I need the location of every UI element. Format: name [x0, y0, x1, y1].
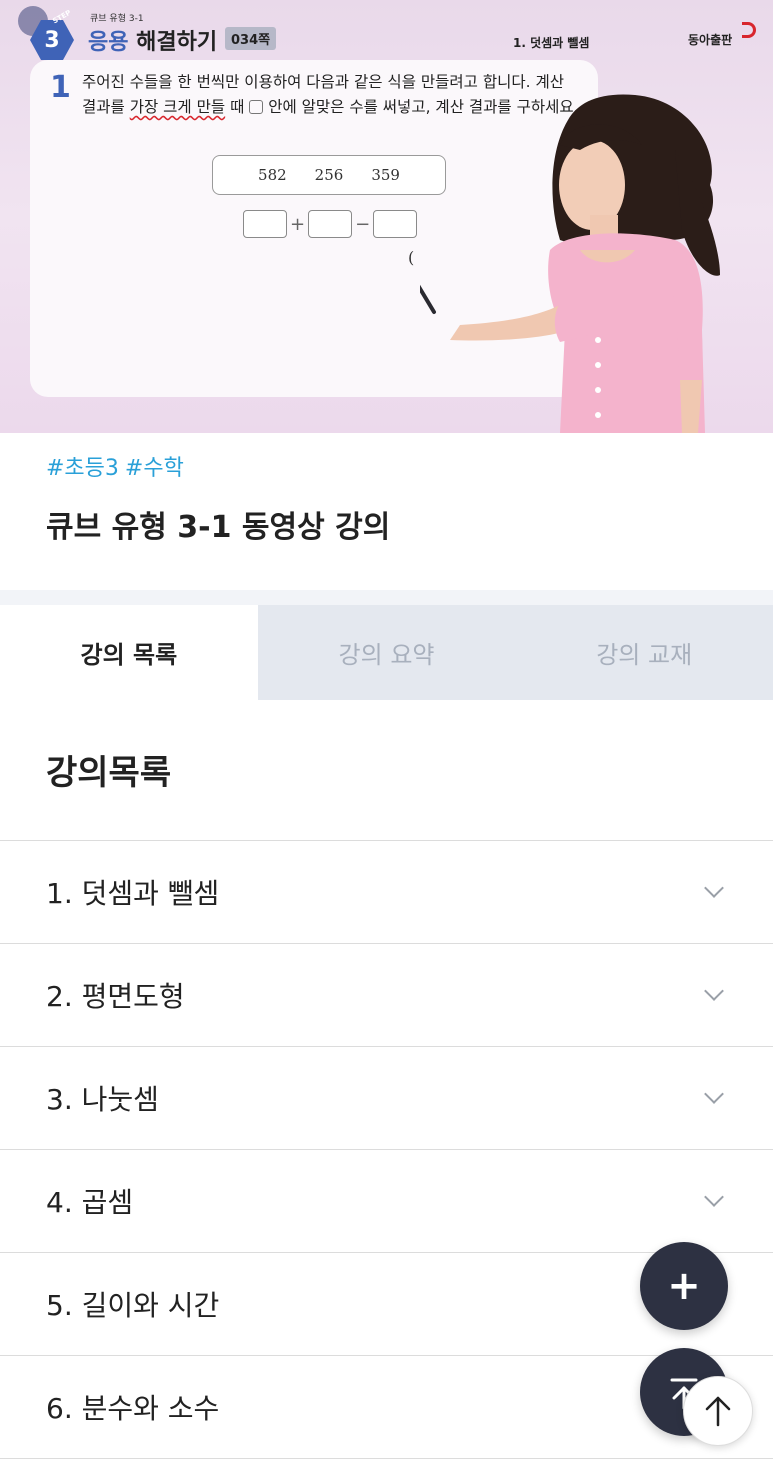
chapter-item[interactable]: 2. 평면도형 [0, 944, 773, 1047]
video-player[interactable]: 3 STEP 큐브 유형 3-1 응용 해결하기 034쪽 1. 덧셈과 뺄셈 … [0, 0, 773, 433]
section-title-dark: 해결하기 [136, 30, 218, 55]
chevron-down-icon[interactable] [704, 981, 724, 1001]
hashtag[interactable]: #초등3 [46, 456, 119, 481]
chapter-item[interactable]: 3. 나눗셈 [0, 1047, 773, 1150]
tab-lecture-list[interactable]: 강의 목록 [0, 605, 258, 700]
problem-text-part2: 때 [225, 98, 250, 116]
presenter-figure [420, 94, 720, 433]
section-title-blue: 응용 [88, 30, 129, 55]
book-subtitle: 큐브 유형 3-1 [90, 14, 144, 24]
step-number: 3 [44, 27, 60, 53]
plus-operator: + [290, 213, 306, 235]
publisher-mark-icon [742, 22, 756, 38]
hashtags: #초등3 #수학 [46, 450, 190, 482]
given-numbers-box: 582 256 359 [212, 155, 446, 195]
section-divider [0, 590, 773, 605]
tab-bar: 강의 목록 강의 요약 강의 교재 [0, 605, 773, 700]
publisher-name: 동아출판 [688, 33, 733, 47]
equation-box [373, 210, 418, 238]
chapter-item[interactable]: 4. 곱셈 [0, 1150, 773, 1253]
problem-emphasis: 가장 크게 만들 [129, 98, 226, 116]
chapter-item[interactable]: 1. 덧셈과 뺄셈 [0, 841, 773, 944]
tab-lecture-summary[interactable]: 강의 요약 [257, 605, 516, 700]
given-number: 256 [314, 166, 344, 184]
chevron-down-icon[interactable] [704, 1084, 724, 1104]
section-title: 응용 해결하기 [88, 24, 217, 56]
list-heading: 강의목록 [46, 753, 172, 793]
video-chapter-label: 1. 덧셈과 뺄셈 [513, 36, 590, 50]
given-number: 582 [258, 166, 287, 184]
chapter-label: 6. 분수와 소수 [46, 1392, 220, 1425]
chapter-label: 1. 덧셈과 뺄셈 [46, 877, 220, 910]
back-to-top-button[interactable] [683, 1376, 753, 1446]
page-title: 큐브 유형 3-1 동영상 강의 [46, 510, 391, 545]
problem-number: 1 [50, 70, 71, 105]
chapter-label: 3. 나눗셈 [46, 1083, 159, 1116]
equation-box [308, 210, 353, 238]
answer-box-icon [249, 100, 264, 114]
hashtag[interactable]: #수학 [125, 456, 184, 481]
minus-operator: − [355, 213, 371, 235]
chevron-down-icon[interactable] [704, 1187, 724, 1207]
equation: + − [243, 210, 418, 238]
chevron-down-icon[interactable] [704, 878, 724, 898]
equation-box [243, 210, 287, 238]
tab-lecture-textbook[interactable]: 강의 교재 [515, 605, 773, 700]
plus-icon: + [667, 1263, 701, 1309]
chapter-label: 4. 곱셈 [46, 1186, 134, 1219]
open-paren: ( [408, 248, 415, 267]
add-fab-button[interactable]: + [640, 1242, 728, 1330]
given-number: 359 [371, 166, 400, 184]
page-tag: 034쪽 [225, 27, 277, 50]
chapter-label: 5. 길이와 시간 [46, 1289, 220, 1322]
arrow-up-icon [705, 1396, 731, 1427]
chapter-label: 2. 평면도형 [46, 980, 185, 1013]
publisher-logo: 동아출판 [688, 31, 732, 48]
